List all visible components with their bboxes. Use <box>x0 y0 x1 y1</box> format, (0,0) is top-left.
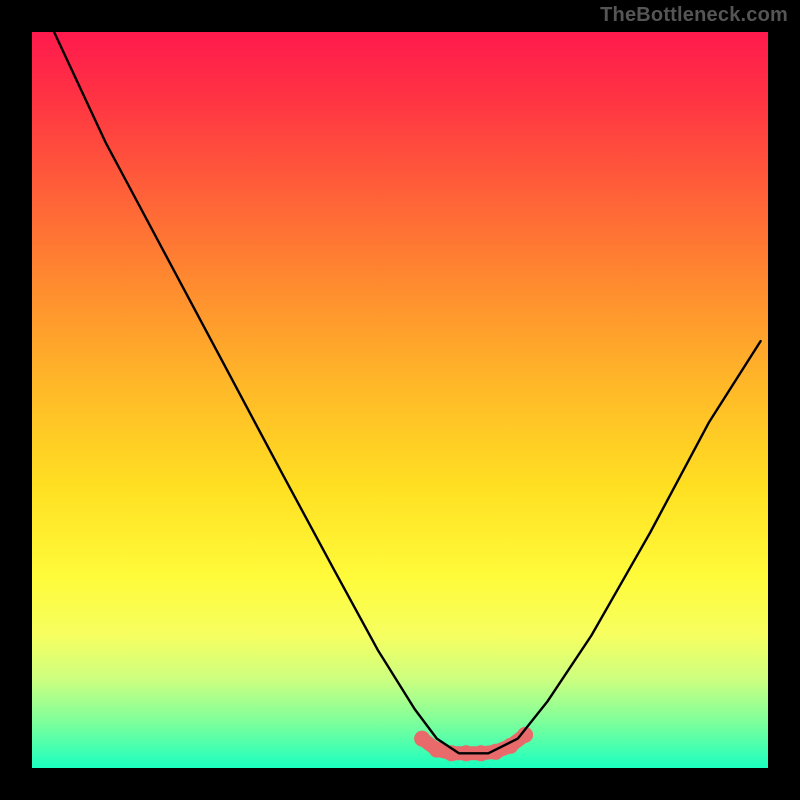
plot-svg <box>32 32 768 768</box>
plot-area <box>32 32 768 768</box>
watermark-text: TheBottleneck.com <box>600 4 788 27</box>
marker-dot <box>429 742 445 758</box>
chart-frame: TheBottleneck.com <box>0 0 800 800</box>
black-curve <box>54 32 761 753</box>
marker-dot <box>414 731 430 747</box>
